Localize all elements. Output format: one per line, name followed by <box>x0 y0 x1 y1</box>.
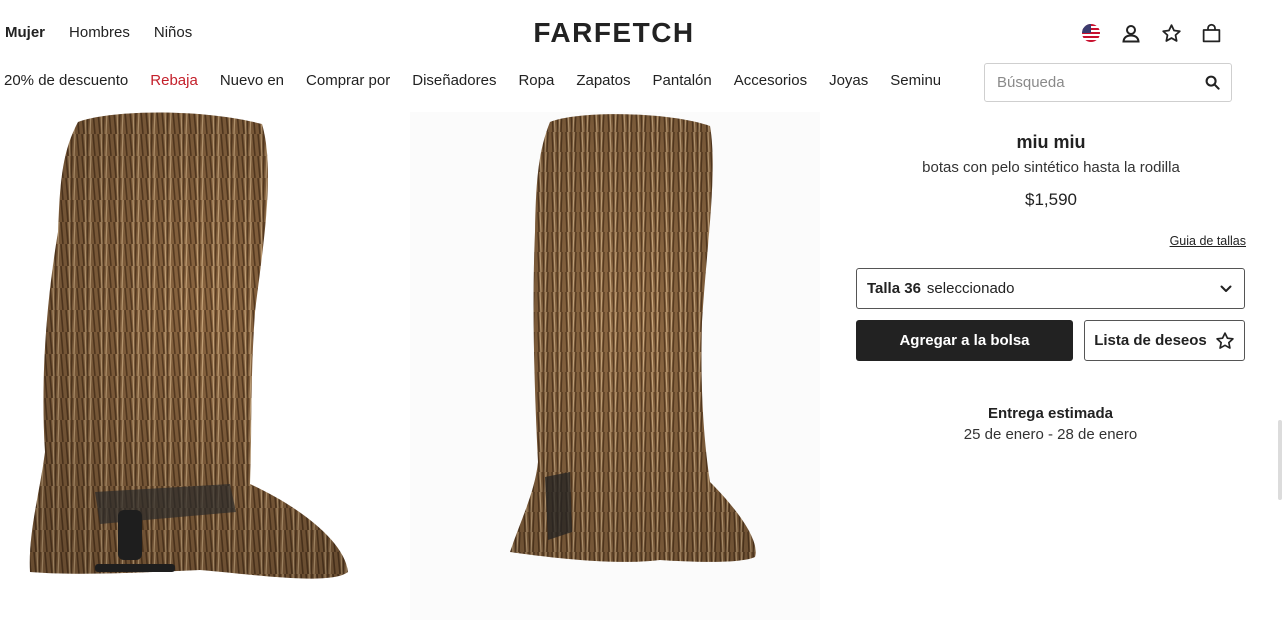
wishlist-button-label: Lista de deseos <box>1094 332 1207 349</box>
shopping-bag-icon[interactable] <box>1200 22 1222 44</box>
search-input[interactable] <box>995 73 1203 92</box>
product-name: botas con pelo sintético hasta la rodill… <box>922 159 1180 176</box>
product-brand[interactable]: miu miu <box>856 132 1246 153</box>
fur-boot-front <box>510 114 756 562</box>
size-selected-label: Talla 36 <box>867 280 921 297</box>
gender-nav: Mujer Hombres Niños <box>5 24 192 41</box>
star-icon <box>1216 331 1234 349</box>
product-price: $1,590 <box>1025 190 1077 209</box>
category-nav: 20% de descuento Rebaja Nuevo en Comprar po… <box>4 72 940 89</box>
farfetch-logo[interactable]: FARFETCH <box>519 17 709 49</box>
product-info: miu miu botas con pelo sintético hasta l… <box>856 130 1246 443</box>
delivery-title: Entrega estimada <box>987 405 1114 422</box>
category-jewelry[interactable]: Joyas <box>829 72 868 89</box>
gender-tab-mujer[interactable]: Mujer <box>5 24 45 41</box>
us-flag-icon[interactable] <box>1080 22 1102 44</box>
product-image-side[interactable] <box>0 112 410 620</box>
chevron-down-icon <box>1218 281 1234 297</box>
size-selector[interactable]: Talla 36 seleccionado <box>856 268 1245 309</box>
wishlist-button[interactable]: Lista de deseos <box>1084 320 1245 361</box>
header-icons <box>1080 22 1222 44</box>
category-new-in[interactable]: Nuevo en <box>220 72 284 89</box>
category-designers[interactable]: Diseñadores <box>412 72 496 89</box>
gender-tab-ninos[interactable]: Niños <box>154 24 192 41</box>
product-image-front[interactable] <box>410 112 820 620</box>
scrollbar-thumb[interactable] <box>1278 420 1282 500</box>
gender-tab-hombres[interactable]: Hombres <box>69 24 130 41</box>
size-guide-link[interactable]: Guia de tallas <box>1170 234 1246 248</box>
delivery-dates: 25 de enero - 28 de enero <box>963 426 1138 443</box>
category-preowned[interactable]: Seminue <box>890 72 940 89</box>
account-icon[interactable] <box>1120 22 1142 44</box>
delivery-estimate: Entrega estimada 25 de enero - 28 de ene… <box>856 405 1245 443</box>
category-shoes[interactable]: Zapatos <box>576 72 630 89</box>
category-accessories[interactable]: Accesorios <box>734 72 807 89</box>
category-trousers[interactable]: Pantalón <box>653 72 712 89</box>
size-selected-state: seleccionado <box>926 280 1015 297</box>
search-icon[interactable] <box>1203 74 1221 92</box>
add-to-bag-button[interactable]: Agregar a la bolsa <box>856 320 1073 361</box>
wishlist-star-icon[interactable] <box>1160 22 1182 44</box>
category-shop-by[interactable]: Comprar por <box>306 72 390 89</box>
search-box <box>984 63 1232 102</box>
fur-boot-side <box>29 112 348 579</box>
category-sale[interactable]: Rebaja <box>150 72 198 89</box>
category-clothing[interactable]: Ropa <box>518 72 554 89</box>
product-page: Mujer Hombres Niños FARFETCH 20% de desc <box>0 0 1282 620</box>
category-discount[interactable]: 20% de descuento <box>4 72 128 89</box>
